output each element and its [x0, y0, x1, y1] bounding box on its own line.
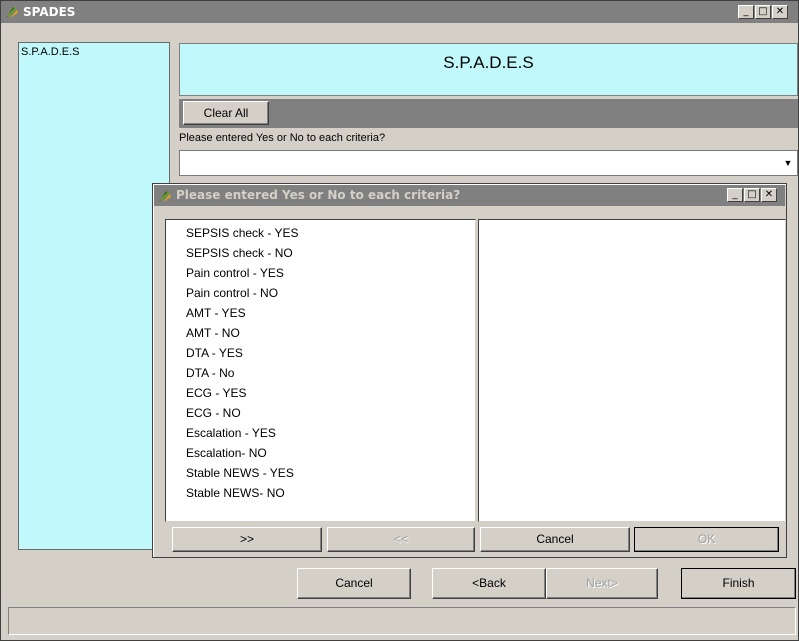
ok-label: OK — [697, 532, 716, 546]
add-label: >> — [239, 532, 254, 546]
wizard-cancel-label: Cancel — [335, 576, 373, 590]
header-banner: S.P.A.D.E.S — [179, 43, 798, 96]
list-item[interactable]: DTA - No — [166, 363, 475, 383]
list-item[interactable]: SEPSIS check - YES — [166, 223, 475, 243]
title-bar[interactable]: SPADES _ □ ✕ — [1, 1, 798, 23]
list-item[interactable]: Pain control - YES — [166, 263, 475, 283]
list-item[interactable]: Stable NEWS- NO — [166, 483, 475, 503]
list-item[interactable]: Escalation- NO — [166, 443, 475, 463]
page-title: S.P.A.D.E.S — [443, 53, 534, 72]
window-title: SPADES — [23, 5, 76, 19]
list-item[interactable]: SEPSIS check - NO — [166, 243, 475, 263]
next-button[interactable]: Next> — [546, 568, 658, 599]
dialog-title-bar[interactable]: Please entered Yes or No to each criteri… — [154, 185, 785, 206]
question-label: Please entered Yes or No to each criteri… — [179, 132, 386, 144]
list-item[interactable]: ECG - NO — [166, 403, 475, 423]
left-navigation-panel[interactable]: S.P.A.D.E.S — [18, 42, 170, 550]
list-item[interactable]: Escalation - YES — [166, 423, 475, 443]
dialog-title: Please entered Yes or No to each criteri… — [176, 188, 461, 202]
available-criteria-list[interactable]: SEPSIS check - YES SEPSIS check - NO Pai… — [165, 219, 476, 522]
clear-all-button[interactable]: Clear All — [183, 101, 269, 125]
ok-button[interactable]: OK — [634, 527, 779, 552]
main-window: SPADES _ □ ✕ S.P.A.D.E.S S.P.A.D.E.S Cle… — [0, 0, 799, 641]
list-item[interactable]: Pain control - NO — [166, 283, 475, 303]
toolbar-strip: Clear All — [179, 99, 798, 128]
dialog-cancel-label: Cancel — [536, 532, 574, 546]
list-item[interactable]: AMT - YES — [166, 303, 475, 323]
finish-button[interactable]: Finish — [681, 568, 796, 599]
back-button[interactable]: <Back — [432, 568, 546, 599]
list-item[interactable]: DTA - YES — [166, 343, 475, 363]
add-button[interactable]: >> — [172, 527, 322, 552]
maximize-button[interactable]: □ — [755, 5, 771, 19]
dialog-maximize-button[interactable]: □ — [744, 188, 760, 202]
clear-all-label: Clear All — [203, 106, 249, 120]
answer-combobox[interactable]: ▼ — [179, 150, 798, 176]
minimize-button[interactable]: _ — [738, 5, 754, 19]
finish-label: Finish — [722, 576, 755, 590]
left-panel-item[interactable]: S.P.A.D.E.S — [21, 46, 80, 58]
app-icon — [6, 7, 18, 18]
dialog-cancel-button[interactable]: Cancel — [480, 527, 630, 552]
list-item[interactable]: ECG - YES — [166, 383, 475, 403]
dialog-minimize-button[interactable]: _ — [727, 188, 743, 202]
wizard-cancel-button[interactable]: Cancel — [297, 568, 411, 599]
remove-button[interactable]: << — [327, 527, 475, 552]
dialog-app-icon — [159, 191, 171, 202]
back-label: <Back — [472, 576, 506, 590]
selection-dialog: Please entered Yes or No to each criteri… — [152, 183, 787, 558]
dialog-close-button[interactable]: ✕ — [761, 188, 777, 202]
close-button[interactable]: ✕ — [772, 5, 788, 19]
status-bar — [8, 607, 796, 635]
selected-criteria-list[interactable] — [478, 219, 786, 522]
dropdown-arrow-icon[interactable]: ▼ — [781, 156, 795, 170]
remove-label: << — [393, 532, 408, 546]
list-item[interactable]: Stable NEWS - YES — [166, 463, 475, 483]
list-item[interactable]: AMT - NO — [166, 323, 475, 343]
next-label: Next> — [586, 576, 618, 590]
